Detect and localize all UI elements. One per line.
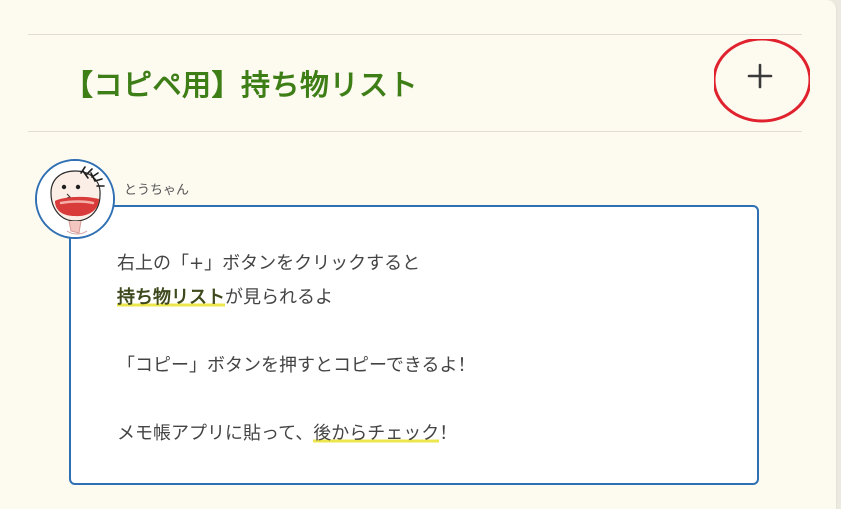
speech-bubble: 右上の「+」ボタンをクリックすると 持ち物リストが見られるよ 「コピー」ボタンを… <box>69 205 759 485</box>
speech-text: 右上の「+」ボタンをクリックすると 持ち物リストが見られるよ 「コピー」ボタンを… <box>117 247 476 451</box>
plus-icon[interactable] <box>714 39 810 123</box>
speech-line-2-rest: が見られるよ <box>225 287 333 308</box>
speech-line-4-before: メモ帳アプリに貼って、 <box>117 423 314 444</box>
expand-button[interactable] <box>714 39 810 123</box>
avatar <box>35 159 115 239</box>
drawn-face-avatar-icon <box>37 161 113 237</box>
page: 【コピペ用】持ち物リスト とうちゃん 右上の「+」ボタンをクリックすると 持ち物… <box>0 0 837 509</box>
red-annotation-circle <box>714 39 810 123</box>
highlight-check-later: 後からチェック <box>313 423 440 444</box>
accordion-header[interactable]: 【コピペ用】持ち物リスト <box>28 34 810 132</box>
speech-line-1: 右上の「+」ボタンをクリックすると <box>117 253 421 274</box>
speaker-name: とうちゃん <box>124 183 190 198</box>
highlight-item-list: 持ち物リスト <box>117 287 225 308</box>
speech-line-2: 持ち物リストが見られるよ <box>117 281 476 315</box>
speech-line-3: 「コピー」ボタンを押すとコピーできるよ！ <box>117 355 476 376</box>
speech-line-4-after: ！ <box>439 423 458 444</box>
accordion-title: 【コピペ用】持ち物リスト <box>64 68 419 102</box>
speech-line-4: メモ帳アプリに貼って、後からチェック！ <box>117 417 476 451</box>
